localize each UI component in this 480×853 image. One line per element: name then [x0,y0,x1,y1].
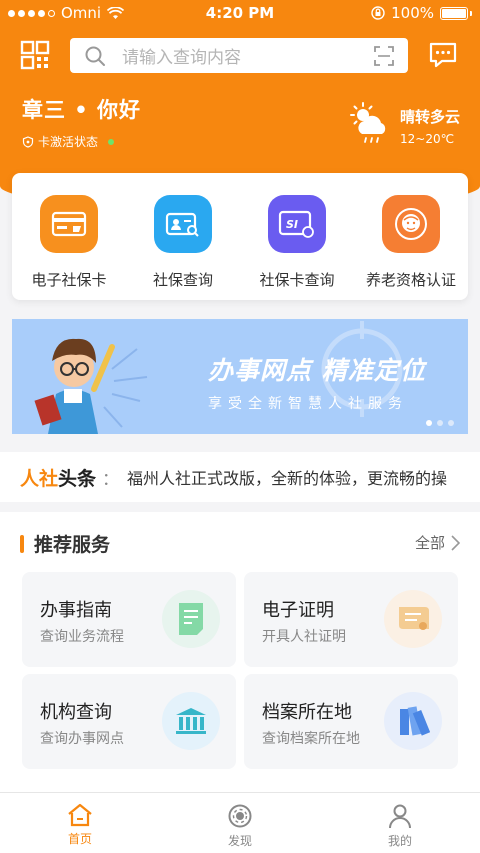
battery-icon [440,6,468,20]
tab-label: 首页 [67,832,92,846]
card-status[interactable]: 卡激活状态 [22,133,115,150]
status-bar: Omni 4:20 PM 100% [0,0,480,26]
quick-item-e-card[interactable]: 电子社保卡 [12,173,126,300]
tab-home[interactable]: 首页 [0,793,160,853]
service-title: 机构查询 [40,702,112,723]
news-brand-a: 人社 [20,467,59,490]
banner-dot[interactable] [448,420,454,426]
home-icon [68,803,92,827]
banner-title: 办事网点 精准定位 [208,356,426,385]
tab-bar: 首页 发现 我的 [0,792,480,853]
chevron-right-icon [451,534,460,551]
service-title: 档案所在地 [262,702,352,723]
recommend-header: 推荐服务 [20,530,110,557]
tab-label: 发现 [227,834,252,848]
news-colon: ： [102,469,120,490]
guide-doc-icon [162,590,220,648]
service-subtitle: 查询办事网点 [40,731,124,747]
home-screen: Omni 4:20 PM 100% 请输入查询内容 章三 • 你好 卡激活状态 … [0,0,480,853]
quick-item-label: 养老资格认证 [365,271,456,289]
card-status-label: 卡激活状态 [38,135,99,149]
rotation-lock-icon [371,6,385,20]
search-input[interactable]: 请输入查询内容 [122,43,374,68]
id-search-icon [154,195,212,253]
shield-icon [22,135,34,148]
si-card-icon: SI [268,195,326,253]
quick-item-label: 社保卡查询 [259,271,335,289]
news-text: 福州人社正式改版，全新的体验，更流畅的操作 [127,469,448,488]
certificate-icon [384,590,442,648]
banner-subtitle: 享受全新智慧人社服务 [208,396,408,412]
service-subtitle: 开具人社证明 [262,629,346,645]
section-marker [20,534,24,553]
discover-icon [228,804,252,828]
quick-menu-card: 电子社保卡 社保查询 SI 社保卡查询 养老资格认证 [12,173,468,300]
service-title: 电子证明 [262,600,334,621]
battery-percent: 100% [391,4,434,22]
tab-label: 我的 [387,834,412,848]
tab-profile[interactable]: 我的 [320,793,480,853]
service-card-institution[interactable]: 机构查询 查询办事网点 [22,674,236,769]
tab-discover[interactable]: 发现 [160,793,320,853]
weather-widget: 晴转多云 12~20℃ [350,102,460,146]
search-bar[interactable]: 请输入查询内容 [70,38,408,73]
news-ticker[interactable]: 人社 头条 ： 福州人社正式改版，全新的体验，更流畅的操作 [0,452,480,502]
promo-banner[interactable]: 办事网点 精准定位 享受全新智慧人社服务 [12,319,468,434]
qr-code-icon[interactable] [20,40,50,70]
active-dot [108,138,115,145]
quick-item-si-query[interactable]: 社保查询 [126,173,240,300]
archive-icon [384,692,442,750]
quick-item-label: 电子社保卡 [31,271,107,289]
battery-tip [470,10,472,16]
quick-item-label: 社保查询 [152,271,213,289]
banner-dot[interactable] [426,420,432,426]
news-brand: 人社 头条 [20,464,96,491]
elder-icon [382,195,440,253]
quick-item-card-query[interactable]: SI 社保卡查询 [240,173,354,300]
service-card-guide[interactable]: 办事指南 查询业务流程 [22,572,236,667]
sunny-cloudy-icon [350,102,386,143]
message-icon[interactable] [428,40,458,70]
search-icon [85,46,105,66]
news-brand-b: 头条 [58,467,97,490]
card-icon [40,195,98,253]
service-subtitle: 查询档案所在地 [262,731,360,747]
service-card-certificate[interactable]: 电子证明 开具人社证明 [244,572,458,667]
top-bar: 请输入查询内容 [0,36,480,76]
scan-icon[interactable] [374,45,394,66]
service-subtitle: 查询业务流程 [40,629,124,645]
svg-text:SI: SI [286,218,298,231]
institution-icon [162,692,220,750]
view-all-label: 全部 [414,534,445,552]
weather-condition: 晴转多云 [400,108,461,126]
quick-item-elder-auth[interactable]: 养老资格认证 [354,173,468,300]
service-title: 办事指南 [40,600,112,621]
status-right: 100% [371,4,472,22]
banner-dot[interactable] [437,420,443,426]
recommend-section: 推荐服务 全部 办事指南 查询业务流程 电子证明 开具人社证明 机构查询 查询办… [0,512,480,792]
weather-text: 晴转多云 12~20℃ [400,102,460,146]
banner-pagination [426,420,454,426]
view-all-link[interactable]: 全部 [415,532,460,553]
service-card-archive[interactable]: 档案所在地 查询档案所在地 [244,674,458,769]
profile-icon [389,804,411,829]
user-greeting: 章三 • 你好 [22,98,142,122]
recommend-title: 推荐服务 [34,534,111,556]
weather-temp: 12~20℃ [400,132,455,146]
